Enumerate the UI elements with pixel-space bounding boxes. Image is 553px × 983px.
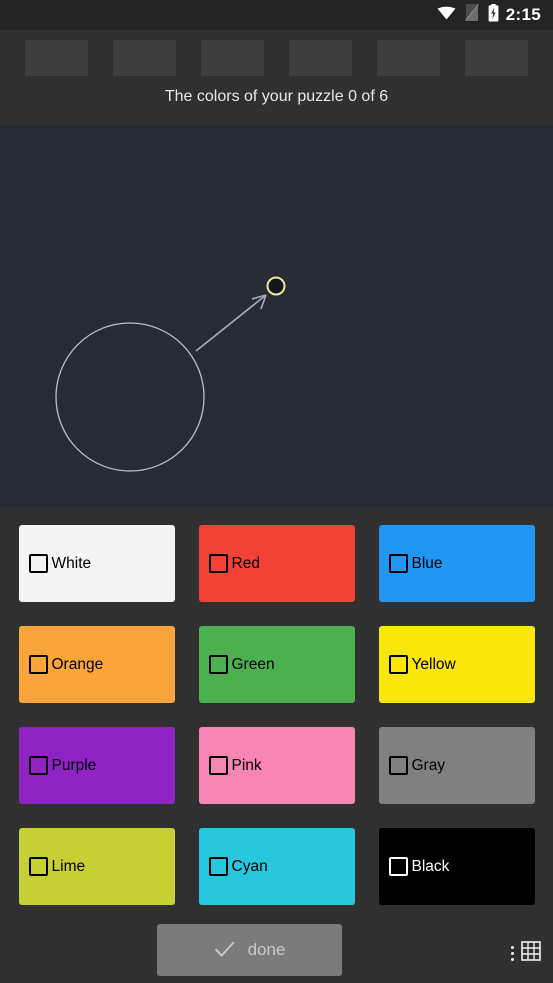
no-sim-icon <box>464 4 479 26</box>
puzzle-slot[interactable] <box>289 40 352 76</box>
color-tile-cyan[interactable]: Cyan <box>198 828 355 905</box>
color-tile-orange[interactable]: Orange <box>18 626 175 703</box>
color-label: Gray <box>411 756 446 774</box>
color-tile-pink[interactable]: Pink <box>198 727 355 804</box>
puzzle-color-slots <box>0 30 553 86</box>
color-tile-red[interactable]: Red <box>198 525 355 602</box>
puzzle-slot[interactable] <box>377 40 440 76</box>
checkbox-icon[interactable] <box>388 554 408 573</box>
checkbox-icon[interactable] <box>208 554 228 573</box>
color-tile-purple[interactable]: Purple <box>18 727 175 804</box>
checkbox-icon[interactable] <box>208 857 228 876</box>
checkbox-icon[interactable] <box>208 756 228 775</box>
done-button[interactable]: done <box>157 924 342 976</box>
color-label: Yellow <box>411 655 456 673</box>
color-grid: White Red Blue Orange Green Yellow Purpl… <box>0 517 553 917</box>
color-label: Cyan <box>231 857 268 875</box>
system-nav-buttons <box>511 941 541 966</box>
checkbox-icon[interactable] <box>388 655 408 674</box>
wifi-icon <box>437 6 456 25</box>
color-label: Lime <box>51 857 86 875</box>
puzzle-slot[interactable] <box>465 40 528 76</box>
canvas-big-circle <box>55 322 205 472</box>
checkbox-icon[interactable] <box>208 655 228 674</box>
color-tile-lime[interactable]: Lime <box>18 828 175 905</box>
checkbox-icon[interactable] <box>28 655 48 674</box>
done-button-label: done <box>247 940 286 959</box>
color-label: Purple <box>51 756 97 774</box>
status-time: 2:15 <box>505 5 541 24</box>
canvas-arrow-shaft <box>195 294 267 352</box>
color-label: Red <box>231 554 260 572</box>
color-tile-green[interactable]: Green <box>198 626 355 703</box>
color-label: White <box>51 554 92 572</box>
overflow-menu-icon[interactable] <box>511 946 514 961</box>
bottom-bar: done <box>0 917 553 983</box>
puzzle-canvas[interactable] <box>0 125 553 507</box>
check-icon <box>214 940 236 961</box>
color-label: Orange <box>51 655 104 673</box>
color-tile-black[interactable]: Black <box>378 828 535 905</box>
checkbox-icon[interactable] <box>28 857 48 876</box>
grid-apps-icon[interactable] <box>521 941 541 966</box>
color-label: Black <box>411 857 450 875</box>
app-root: 2:15 The colors of your puzzle 0 of 6 Wh… <box>0 0 553 983</box>
status-bar: 2:15 <box>0 0 553 30</box>
battery-charging-icon <box>488 3 499 27</box>
checkbox-icon[interactable] <box>28 554 48 573</box>
color-tile-blue[interactable]: Blue <box>378 525 535 602</box>
puzzle-slot[interactable] <box>201 40 264 76</box>
color-label: Blue <box>411 554 443 572</box>
puzzle-subtitle: The colors of your puzzle 0 of 6 <box>164 88 389 105</box>
color-tile-white[interactable]: White <box>18 525 175 602</box>
checkbox-icon[interactable] <box>28 756 48 775</box>
color-label: Pink <box>231 756 262 774</box>
puzzle-slot[interactable] <box>25 40 88 76</box>
color-label: Green <box>231 655 275 673</box>
color-tile-gray[interactable]: Gray <box>378 727 535 804</box>
status-icons <box>437 3 499 27</box>
checkbox-icon[interactable] <box>388 756 408 775</box>
checkbox-icon[interactable] <box>388 857 408 876</box>
canvas-target-circle <box>266 276 286 296</box>
color-tile-yellow[interactable]: Yellow <box>378 626 535 703</box>
puzzle-slot[interactable] <box>113 40 176 76</box>
